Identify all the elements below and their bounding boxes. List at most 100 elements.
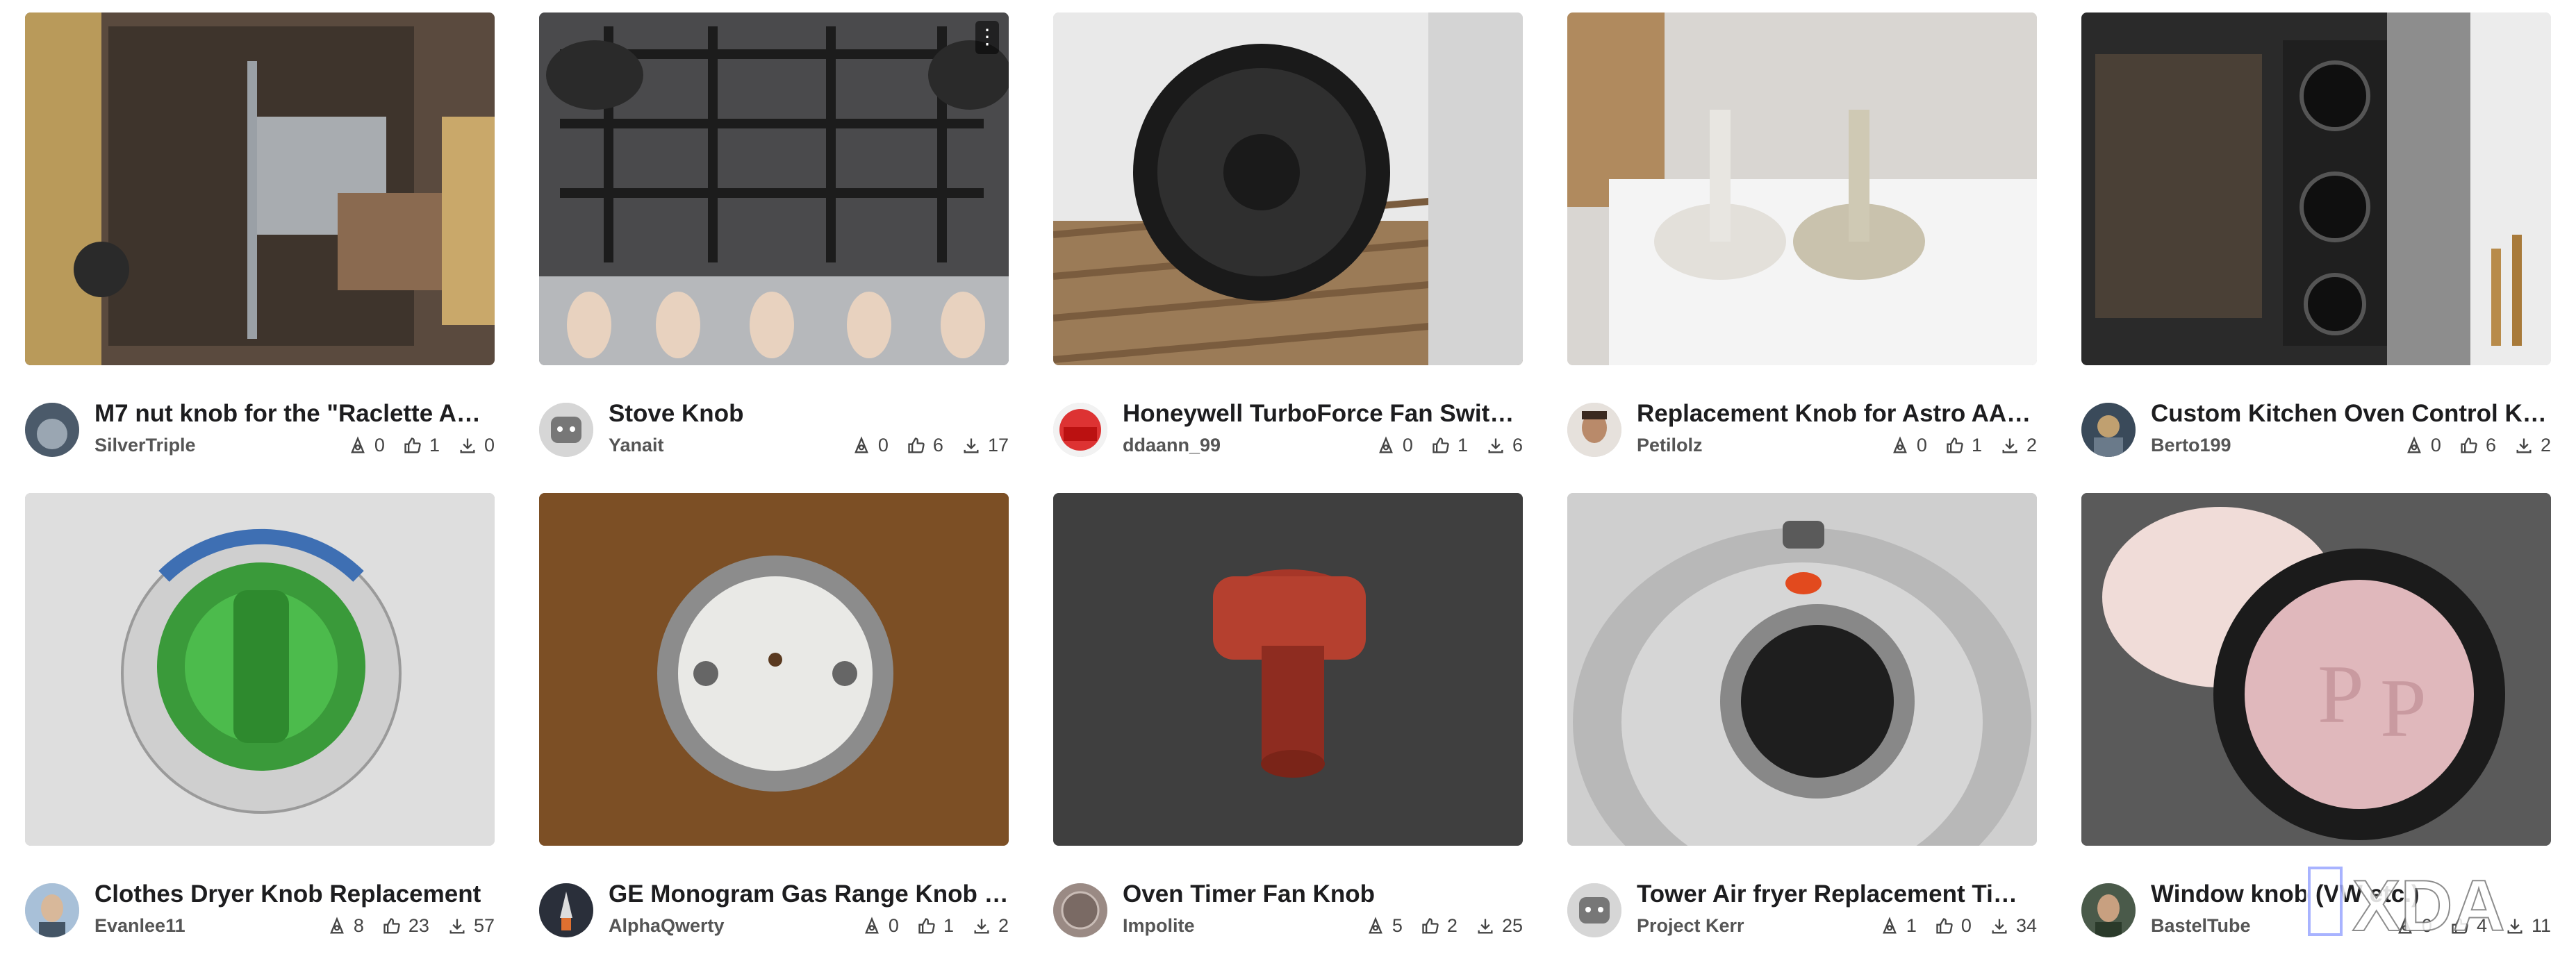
author-avatar[interactable]	[1053, 403, 1107, 457]
model-title[interactable]: GE Monogram Gas Range Knob Re...	[609, 879, 1009, 910]
likes-count[interactable]: 6	[2459, 435, 2496, 456]
thumbnail-image: P P	[2081, 493, 2551, 846]
model-title[interactable]: Tower Air fryer Replacement Time...	[1637, 879, 2037, 910]
author-name[interactable]: Berto199	[2151, 435, 2231, 456]
model-thumbnail[interactable]: P P	[2081, 493, 2551, 846]
author-avatar[interactable]	[1053, 883, 1107, 937]
model-title[interactable]: Custom Kitchen Oven Control Kno...	[2151, 399, 2551, 429]
author-avatar[interactable]	[25, 403, 79, 457]
model-thumbnail[interactable]	[2081, 12, 2551, 365]
likes-count[interactable]: 1	[403, 435, 440, 456]
model-title[interactable]: Oven Timer Fan Knob	[1123, 879, 1523, 910]
model-thumbnail[interactable]	[1567, 493, 2037, 846]
model-title[interactable]: Window knob (VW etc.)	[2151, 879, 2551, 910]
svg-text:P: P	[2318, 648, 2364, 740]
downloads-count: 2	[2514, 435, 2551, 456]
card-meta: Custom Kitchen Oven Control Kno... Berto…	[2081, 387, 2551, 457]
likes-count[interactable]: 23	[382, 915, 429, 937]
model-thumbnail[interactable]	[25, 493, 495, 846]
thumbnail-image	[539, 12, 1009, 365]
model-title[interactable]: Honeywell TurboForce Fan Switch ...	[1123, 399, 1523, 429]
likes-count[interactable]: 0	[1935, 915, 1972, 937]
model-grid: M7 nut knob for the "Raclette App... Sil…	[25, 12, 2551, 953]
author-avatar[interactable]	[1567, 403, 1621, 457]
model-thumbnail[interactable]: ⋮	[539, 12, 1009, 365]
makes-count: 1	[1880, 915, 1917, 937]
model-title[interactable]: Replacement Knob for Astro AA-N...	[1637, 399, 2037, 429]
makes-count: 0	[2404, 435, 2441, 456]
author-avatar[interactable]	[539, 883, 593, 937]
download-icon	[1478, 919, 1493, 933]
like-icon	[1936, 917, 1953, 933]
card-stats: 5 2 25	[1366, 915, 1523, 937]
author-name[interactable]: BastelTube	[2151, 915, 2251, 937]
model-thumbnail[interactable]	[1567, 12, 2037, 365]
model-card[interactable]: Replacement Knob for Astro AA-N... Petil…	[1567, 12, 2037, 472]
model-card[interactable]: Clothes Dryer Knob Replacement Evanlee11…	[25, 493, 495, 953]
like-icon	[1422, 917, 1439, 933]
model-thumbnail[interactable]	[1053, 493, 1523, 846]
likes-count[interactable]: 1	[917, 915, 954, 937]
author-name[interactable]: Project Kerr	[1637, 915, 1744, 937]
card-meta: Clothes Dryer Knob Replacement Evanlee11…	[25, 868, 495, 937]
author-name[interactable]: AlphaQwerty	[609, 915, 725, 937]
model-card[interactable]: Oven Timer Fan Knob Impolite 5 2 25	[1053, 493, 1523, 953]
model-card[interactable]: M7 nut knob for the "Raclette App... Sil…	[25, 12, 495, 472]
like-icon	[918, 917, 935, 933]
author-avatar[interactable]	[539, 403, 593, 457]
more-options-icon[interactable]: ⋮	[975, 21, 999, 54]
like-icon	[404, 437, 421, 453]
thumbnail-image	[1053, 493, 1523, 846]
model-card[interactable]: Custom Kitchen Oven Control Kno... Berto…	[2081, 12, 2551, 472]
model-title[interactable]: Stove Knob	[609, 399, 1009, 429]
makes-icon	[1368, 916, 1382, 933]
author-name[interactable]: Impolite	[1123, 915, 1195, 937]
makes-icon	[1882, 916, 1897, 933]
makes-count: 0	[862, 915, 899, 937]
author-avatar[interactable]	[2081, 403, 2136, 457]
author-name[interactable]: SilverTriple	[94, 435, 196, 456]
author-avatar[interactable]	[1567, 883, 1621, 937]
thumbnail-image	[1567, 493, 2037, 846]
makes-count: 0	[852, 435, 889, 456]
likes-count[interactable]: 1	[1431, 435, 1468, 456]
card-stats: 0 1 2	[1890, 435, 2037, 456]
card-meta: M7 nut knob for the "Raclette App... Sil…	[25, 387, 495, 457]
makes-count: 0	[2395, 915, 2432, 937]
model-thumbnail[interactable]	[25, 12, 495, 365]
likes-count[interactable]: 4	[2450, 915, 2487, 937]
author-name[interactable]: Petilolz	[1637, 435, 1703, 456]
model-card[interactable]: Honeywell TurboForce Fan Switch ... ddaa…	[1053, 12, 1523, 472]
makes-icon	[854, 435, 868, 453]
author-name[interactable]: ddaann_99	[1123, 435, 1221, 456]
card-meta: Oven Timer Fan Knob Impolite 5 2 25	[1053, 868, 1523, 937]
like-icon	[908, 437, 925, 453]
download-icon	[2516, 438, 2532, 453]
model-card[interactable]: P P Window knob (VW etc.) BastelTube 0 4	[2081, 493, 2551, 953]
model-thumbnail[interactable]	[1053, 12, 1523, 365]
model-card[interactable]: Tower Air fryer Replacement Time... Proj…	[1567, 493, 2037, 953]
author-name[interactable]: Evanlee11	[94, 915, 185, 937]
model-title[interactable]: M7 nut knob for the "Raclette App...	[94, 399, 495, 429]
card-meta: Honeywell TurboForce Fan Switch ... ddaa…	[1053, 387, 1523, 457]
author-avatar[interactable]	[25, 883, 79, 937]
model-card[interactable]: ⋮ Stove Knob Yanait 0 6 17	[539, 12, 1009, 472]
card-stats: 0 6 17	[852, 435, 1009, 456]
card-meta: GE Monogram Gas Range Knob Re... AlphaQw…	[539, 868, 1009, 937]
author-name[interactable]: Yanait	[609, 435, 664, 456]
download-icon	[2002, 438, 2017, 453]
likes-count[interactable]: 2	[1421, 915, 1458, 937]
thumbnail-image	[25, 493, 495, 846]
downloads-count: 57	[447, 915, 495, 937]
downloads-count: 6	[1486, 435, 1523, 456]
card-stats: 8 23 57	[327, 915, 495, 937]
author-avatar[interactable]	[2081, 883, 2136, 937]
download-icon	[449, 919, 465, 933]
likes-count[interactable]: 6	[907, 435, 943, 456]
model-card[interactable]: GE Monogram Gas Range Knob Re... AlphaQw…	[539, 493, 1009, 953]
model-title[interactable]: Clothes Dryer Knob Replacement	[94, 879, 495, 910]
like-icon	[2452, 917, 2468, 933]
model-thumbnail[interactable]	[539, 493, 1009, 846]
likes-count[interactable]: 1	[1945, 435, 1982, 456]
makes-count: 5	[1366, 915, 1403, 937]
